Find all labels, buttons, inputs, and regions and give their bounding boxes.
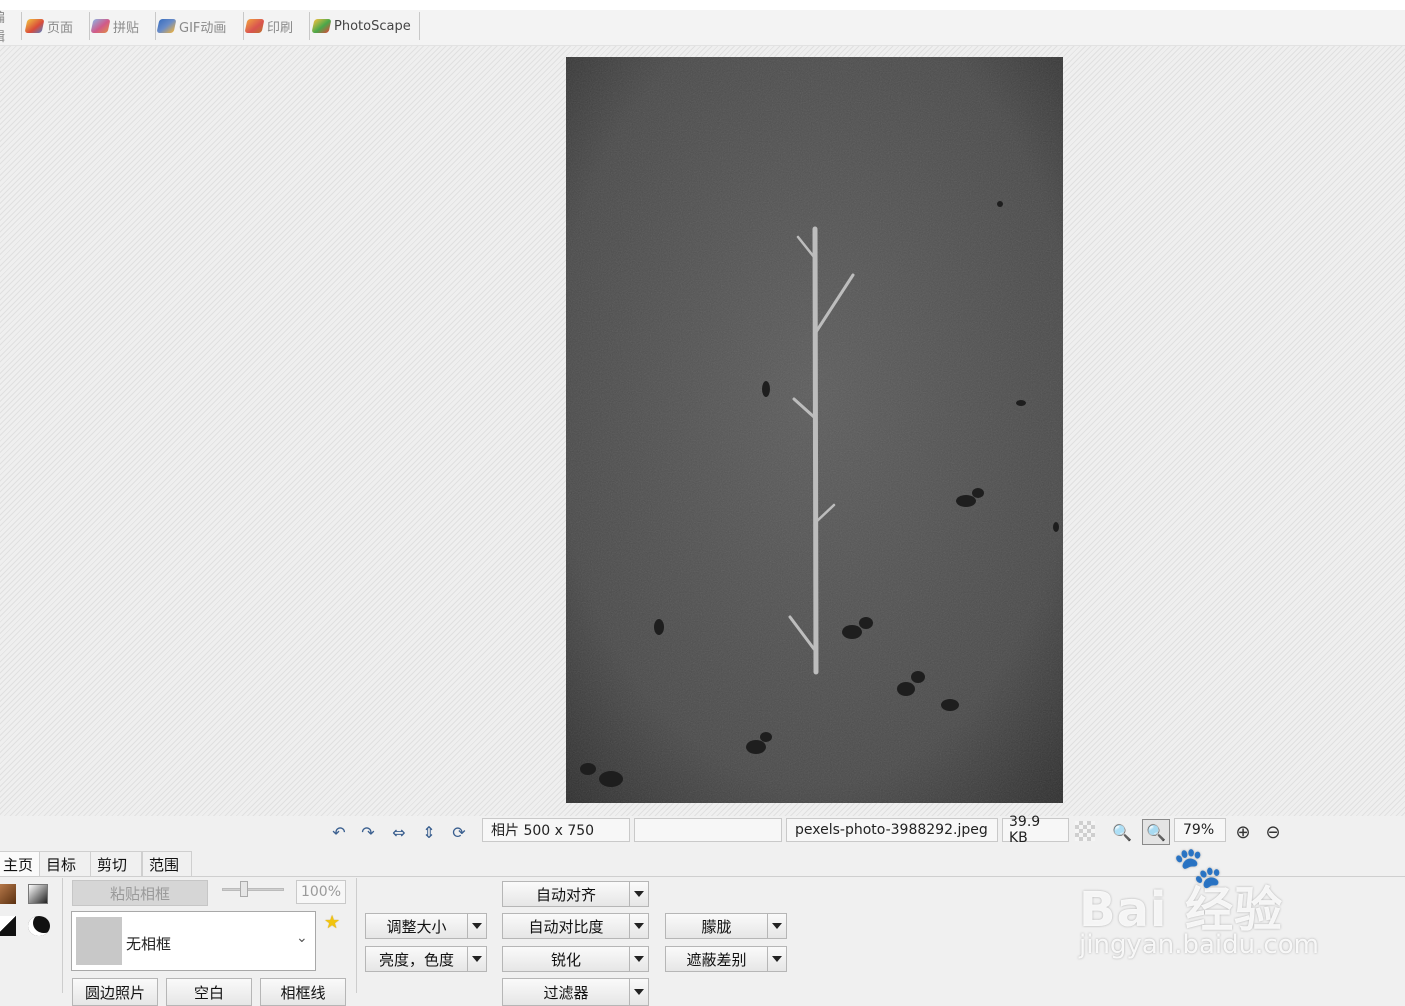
paste-frame-button[interactable]: 粘贴相框 <box>72 880 208 906</box>
auto-contrast-dropdown[interactable] <box>629 913 649 939</box>
flip-horizontal-icon[interactable]: ⇔ <box>389 823 409 842</box>
tab-gif-label: GIF动画 <box>179 20 227 36</box>
rotate-right-icon[interactable]: ↷ <box>358 823 378 842</box>
sharpen-dropdown[interactable] <box>629 946 649 972</box>
tab-editor-label: 编辑 <box>0 7 15 45</box>
tab-region[interactable]: 范围 <box>142 851 192 877</box>
blur-button[interactable]: 朦胧 <box>665 913 768 939</box>
opacity-slider-track <box>222 888 284 891</box>
round-photo-button[interactable]: 圆边照片 <box>72 978 158 1006</box>
photoscape-icon <box>311 19 332 33</box>
frame-thumbnail <box>76 917 122 965</box>
title-strip <box>0 0 1405 10</box>
frame-line-button[interactable]: 相框线 <box>260 978 346 1006</box>
opacity-field[interactable]: 100% <box>296 880 346 904</box>
mask-difference-dropdown[interactable] <box>767 946 787 972</box>
brightness-color-dropdown[interactable] <box>467 946 487 972</box>
frame-select[interactable]: 无相框 ⌄ <box>71 911 316 971</box>
resize-dropdown[interactable] <box>467 913 487 939</box>
blur-dropdown[interactable] <box>767 913 787 939</box>
mask-difference-button[interactable]: 遮蔽差别 <box>665 946 768 972</box>
filename-field: pexels-photo-3988292.jpeg <box>786 818 998 842</box>
blank-status-field <box>634 818 782 842</box>
tab-photoscape-label: PhotoScape <box>334 18 411 34</box>
bw-icon[interactable] <box>0 916 16 936</box>
filter-dropdown[interactable] <box>629 978 649 1006</box>
zoom-fit-icon[interactable]: 🔍 <box>1142 819 1170 845</box>
opacity-slider-thumb[interactable] <box>240 881 248 897</box>
filter-button[interactable]: 过滤器 <box>502 978 630 1006</box>
photo-image <box>566 57 1063 803</box>
blank-button[interactable]: 空白 <box>166 978 252 1006</box>
tab-editor[interactable]: 编辑 <box>0 11 22 45</box>
resize-button[interactable]: 调整大小 <box>365 913 468 939</box>
favorite-star-icon[interactable]: ★ <box>324 912 340 933</box>
tab-object[interactable]: 目标 <box>39 851 91 877</box>
chevron-down-icon: ⌄ <box>296 930 308 946</box>
photo-svg <box>566 57 1063 803</box>
filesize-field: 39.9 KB <box>1002 814 1069 846</box>
gradient-icon[interactable] <box>28 884 48 904</box>
tab-print[interactable]: 印刷 <box>244 12 310 40</box>
auto-level-dropdown[interactable] <box>629 881 649 907</box>
contrast-icon[interactable] <box>28 916 50 936</box>
separator <box>62 878 63 993</box>
tab-page-label: 页面 <box>47 20 74 36</box>
tab-home-label: 主页 <box>2 856 33 874</box>
sharpen-button[interactable]: 锐化 <box>502 946 630 972</box>
frame-color-icon[interactable] <box>0 884 16 904</box>
main-tab-bar: 编辑 页面 拼贴 GIF动画 印刷 PhotoScape <box>0 10 1405 46</box>
zoom-out-icon[interactable]: ⊖ <box>1263 822 1283 843</box>
tab-crop[interactable]: 剪切 <box>90 851 142 877</box>
flip-vertical-icon[interactable]: ⇕ <box>419 823 439 842</box>
auto-level-button[interactable]: 自动对齐 <box>502 881 630 907</box>
tab-object-label: 目标 <box>46 856 77 874</box>
tab-gif[interactable]: GIF动画 <box>156 12 244 40</box>
status-bar: ↶ ↷ ⇔ ⇕ ⟳ 相片 500 x 750 pexels-photo-3988… <box>0 814 1405 846</box>
transparency-checker-icon[interactable] <box>1075 821 1095 841</box>
brightness-color-button[interactable]: 亮度，色度 <box>365 946 468 972</box>
tab-home[interactable]: 主页 <box>0 851 40 877</box>
baidu-watermark: Bai 经验 🐾 jingyan.baidu.com <box>1075 845 1335 968</box>
rotate-left-icon[interactable]: ↶ <box>329 823 349 842</box>
paw-icon: 🐾 <box>1173 845 1223 891</box>
tab-combine-label: 拼贴 <box>113 20 140 36</box>
auto-contrast-button[interactable]: 自动对比度 <box>502 913 630 939</box>
opacity-slider[interactable] <box>222 881 284 897</box>
zoom-level-field[interactable]: 79% <box>1174 818 1226 842</box>
tab-combine[interactable]: 拼贴 <box>90 12 156 40</box>
tab-photoscape[interactable]: PhotoScape <box>311 12 420 40</box>
tab-print-label: 印刷 <box>267 20 294 36</box>
gif-icon <box>156 19 177 33</box>
watermark-url: jingyan.baidu.com <box>1079 930 1319 960</box>
frame-select-label: 无相框 <box>126 935 172 953</box>
print-icon <box>244 19 265 33</box>
tab-crop-label: 剪切 <box>97 856 128 874</box>
zoom-in-icon[interactable]: ⊕ <box>1233 822 1253 843</box>
combine-icon <box>90 19 111 33</box>
rotate-free-icon[interactable]: ⟳ <box>449 823 469 842</box>
separator <box>356 878 357 993</box>
tab-region-label: 范围 <box>149 856 180 874</box>
page-icon <box>24 19 45 33</box>
photo-size-field: 相片 500 x 750 <box>482 818 630 842</box>
zoom-actual-icon[interactable]: 🔍 <box>1112 823 1132 842</box>
tab-page[interactable]: 页面 <box>24 12 90 40</box>
